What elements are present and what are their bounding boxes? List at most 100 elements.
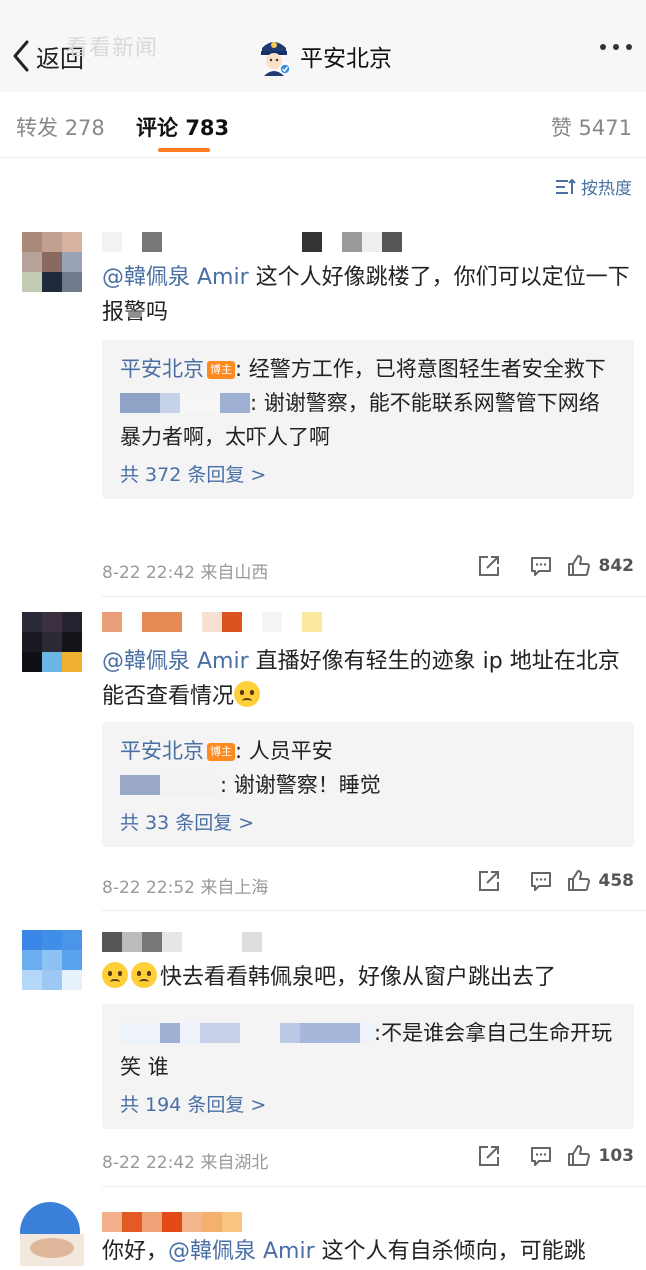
reply-text: : 人员平安 xyxy=(235,739,333,763)
more-options-button[interactable] xyxy=(600,44,632,50)
tab-like-count: 5471 xyxy=(578,116,632,140)
reply-author-blurred[interactable] xyxy=(120,771,220,795)
comment-location: 来自山西 xyxy=(200,563,269,583)
reply-author[interactable]: 平安北京 xyxy=(120,739,204,763)
reply-box[interactable]: 平安北京 博主: 经警方工作，已将意图轻生者安全救下 : 谢谢警察，能不能联系网警… xyxy=(102,340,634,499)
comment-actions: 842 xyxy=(477,554,635,578)
reply-author[interactable]: 平安北京 xyxy=(120,357,204,381)
share-icon xyxy=(478,1146,499,1166)
reply-button[interactable] xyxy=(529,1144,553,1168)
username-blurred[interactable] xyxy=(102,612,322,632)
comment-time: 8-22 22:42 xyxy=(102,563,195,583)
comment-location: 来自湖北 xyxy=(200,1153,269,1173)
like-button[interactable]: 458 xyxy=(567,869,635,893)
reply-box[interactable]: :不是谁会拿自己生命开玩笑 谁 共 194 条回复 > xyxy=(102,1004,634,1129)
dot-icon xyxy=(626,44,632,50)
comment-body: 你好， xyxy=(102,1239,169,1264)
thumbs-up-icon xyxy=(567,1145,590,1166)
comment-actions: 458 xyxy=(477,869,635,893)
page-title: 平安北京 xyxy=(300,46,392,72)
tab-comment-label: 评论 xyxy=(136,116,178,140)
username-blurred[interactable] xyxy=(102,932,262,952)
more-replies-link[interactable]: 共 372 条回复 > xyxy=(120,460,616,487)
divider xyxy=(102,596,646,597)
mention-link[interactable]: @韓佩泉 Amir xyxy=(102,265,249,290)
mention-link[interactable]: @韓佩泉 Amir xyxy=(102,649,249,674)
comment-icon xyxy=(530,1147,551,1166)
sort-icon xyxy=(556,178,576,194)
comment-text: 快去看看韩佩泉吧，好像从窗户跳出去了 xyxy=(102,960,632,995)
reply-author-blurred[interactable] xyxy=(120,389,250,413)
reply-text: : 经警方工作，已将意图轻生者安全救下 xyxy=(235,357,606,381)
worried-emoji-icon xyxy=(102,962,128,988)
avatar[interactable] xyxy=(22,232,82,292)
reply-line: :不是谁会拿自己生命开玩笑 谁 xyxy=(120,1016,616,1084)
tab-repost[interactable]: 转发 278 xyxy=(16,112,105,142)
mention-link[interactable]: @韓佩泉 Amir xyxy=(168,1239,315,1264)
worried-emoji-icon xyxy=(131,962,157,988)
blogger-badge: 博主 xyxy=(207,361,235,379)
share-button[interactable] xyxy=(477,869,501,893)
dot-icon xyxy=(613,44,619,50)
comment-time: 8-22 22:52 xyxy=(102,878,195,898)
tab-like[interactable]: 赞 5471 xyxy=(551,112,632,142)
reply-box[interactable]: 平安北京 博主: 人员平安 : 谢谢警察！睡觉 共 33 条回复 > xyxy=(102,722,634,847)
comment-text: @韓佩泉 Amir 这个人好像跳楼了，你们可以定位一下报警吗 xyxy=(102,260,632,330)
police-avatar-icon xyxy=(261,42,291,76)
avatar[interactable] xyxy=(14,1196,84,1266)
like-count: 103 xyxy=(598,1146,635,1166)
more-replies-link[interactable]: 共 33 条回复 > xyxy=(120,808,616,835)
tab-like-label: 赞 xyxy=(550,116,572,140)
reply-line: : 谢谢警察，能不能联系网警管下网络暴力者啊，太吓人了啊 xyxy=(120,386,616,454)
tab-repost-label: 转发 xyxy=(16,116,58,140)
tab-bar: 转发 278 评论 783 赞 5471 xyxy=(0,92,646,158)
comment-text: @韓佩泉 Amir 直播好像有轻生的迹象 ip 地址在北京 能否查看情况 xyxy=(102,644,632,714)
account-header[interactable]: 平安北京 xyxy=(256,36,392,76)
active-tab-indicator xyxy=(158,148,210,152)
share-button[interactable] xyxy=(477,1144,501,1168)
reply-button[interactable] xyxy=(529,869,553,893)
blogger-badge: 博主 xyxy=(207,743,235,761)
username-blurred[interactable] xyxy=(102,1212,242,1232)
more-replies-link[interactable]: 共 194 条回复 > xyxy=(120,1090,616,1117)
reply-author-blurred[interactable] xyxy=(120,1019,374,1043)
share-icon xyxy=(478,556,499,576)
crying-emoji-icon xyxy=(234,681,261,707)
comment-meta: 8-22 22:42 来自湖北 xyxy=(102,1148,268,1173)
thumbs-up-icon xyxy=(567,555,590,576)
reply-line: 平安北京 博主: 经警方工作，已将意图轻生者安全救下 xyxy=(120,352,616,386)
sort-label: 按热度 xyxy=(581,179,632,199)
comment-text: 你好，@韓佩泉 Amir 这个人有自杀倾向，可能跳 xyxy=(102,1234,632,1269)
reply-line: : 谢谢警察！睡觉 xyxy=(120,768,616,802)
avatar[interactable] xyxy=(22,930,82,990)
reply-line: 平安北京 博主: 人员平安 xyxy=(120,734,616,768)
divider xyxy=(102,910,646,911)
like-count: 458 xyxy=(598,871,635,891)
comment-location: 来自上海 xyxy=(200,878,269,898)
comment-body: 这个人有自杀倾向，可能跳 xyxy=(314,1239,586,1264)
share-button[interactable] xyxy=(477,554,501,578)
tab-comment-count: 783 xyxy=(185,116,230,140)
like-button[interactable]: 103 xyxy=(567,1144,635,1168)
sort-button[interactable]: 按热度 xyxy=(555,174,632,199)
chevron-left-icon xyxy=(13,40,29,72)
avatar[interactable] xyxy=(22,612,82,672)
thumbs-up-icon xyxy=(567,870,590,891)
comment-body: 快去看看韩佩泉吧，好像从窗户跳出去了 xyxy=(160,965,557,990)
dot-icon xyxy=(600,44,606,50)
like-button[interactable]: 842 xyxy=(567,554,635,578)
reply-text: : 谢谢警察！睡觉 xyxy=(220,773,381,797)
top-navbar: 返回 看看新闻 平安北京 xyxy=(0,0,646,92)
tab-repost-count: 278 xyxy=(64,116,105,140)
reply-button[interactable] xyxy=(529,554,553,578)
divider xyxy=(102,1186,646,1187)
comment-meta: 8-22 22:42 来自山西 xyxy=(102,558,268,583)
username-blurred[interactable] xyxy=(102,232,402,252)
watermark: 看看新闻 xyxy=(66,36,159,61)
comment-time: 8-22 22:42 xyxy=(102,1153,195,1173)
comment-meta: 8-22 22:52 来自上海 xyxy=(102,873,268,898)
comment-actions: 103 xyxy=(477,1144,635,1168)
share-icon xyxy=(478,871,499,891)
like-count: 842 xyxy=(598,556,635,576)
comment-icon xyxy=(530,557,551,576)
